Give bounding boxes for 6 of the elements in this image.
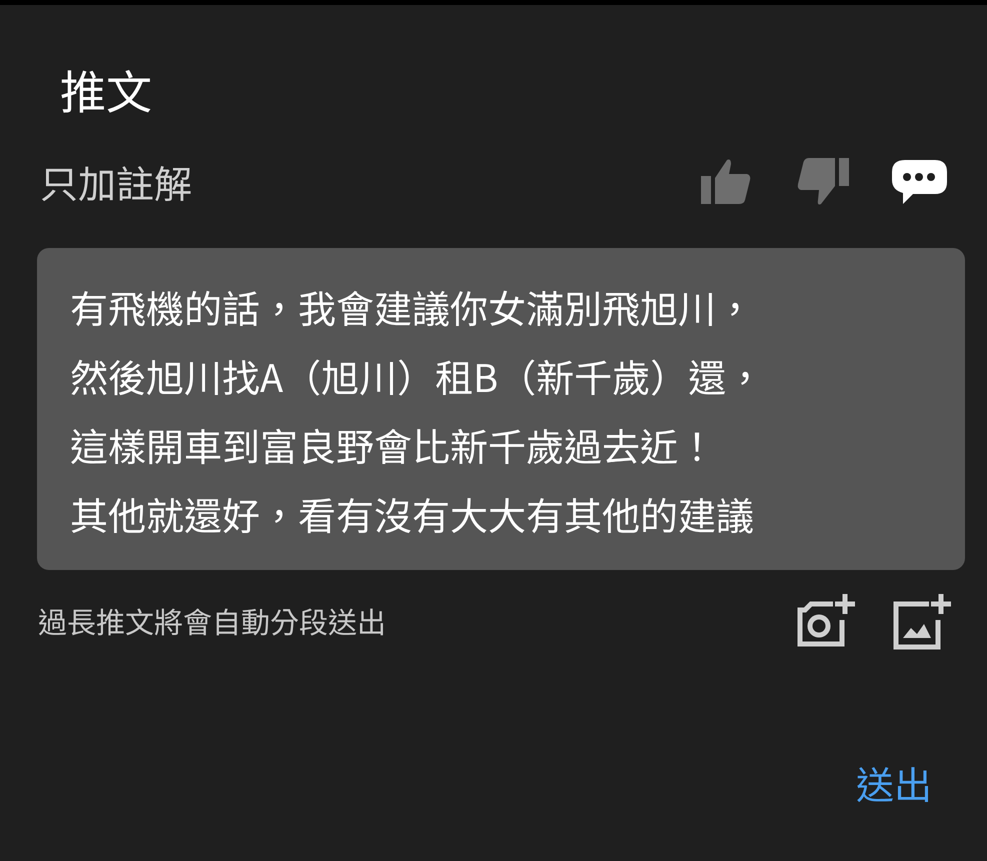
page-title: 推文 xyxy=(60,63,152,118)
send-button[interactable]: 送出 xyxy=(856,760,932,806)
mode-label: 只加註解 xyxy=(40,159,192,205)
input-field[interactable]: 有飛機的話，我會建議你女滿別飛旭川， 然後旭川找A（旭川）租B（新千歲）還， 這樣開車到富良野會比新千歲過去近！ 其他就還好，看有沒有大大有其他的建議 xyxy=(37,248,965,570)
add-image-icon[interactable] xyxy=(893,592,951,650)
hint-text: 過長推文將會自動分段送出 xyxy=(38,600,386,642)
